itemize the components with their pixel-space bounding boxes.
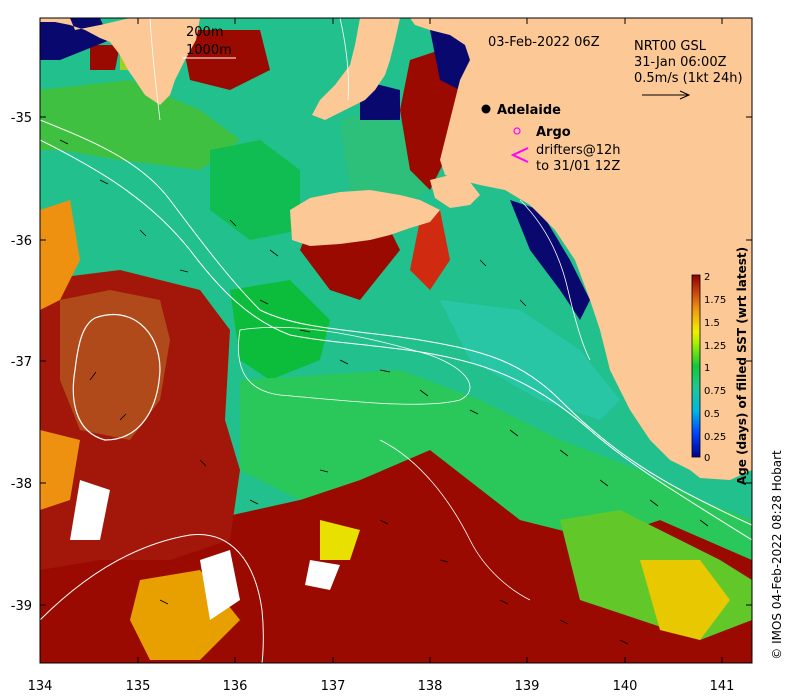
y-tick-label: -39 bbox=[11, 599, 32, 614]
colorbar-tick-label: 1.5 bbox=[704, 318, 720, 329]
credit-text: © IMOS 04-Feb-2022 08:28 Hobart bbox=[770, 450, 784, 660]
colorbar-tick-label: 1 bbox=[704, 363, 710, 374]
date-title: 03-Feb-2022 06Z bbox=[488, 35, 600, 50]
product-name: NRT00 GSL bbox=[634, 39, 707, 54]
adelaide-label: Adelaide bbox=[497, 103, 561, 118]
sst-age-map-figure: 134 135 136 137 138 139 140 141 -35 -36 … bbox=[11, 17, 784, 694]
colorbar-tick-label: 0.75 bbox=[704, 386, 726, 397]
y-tick-labels: -35 -36 -37 -38 -39 bbox=[11, 111, 32, 614]
vector-scale-label: 0.5m/s (1kt 24h) bbox=[634, 71, 743, 86]
argo-label: Argo bbox=[536, 125, 571, 140]
x-tick-labels: 134 135 136 137 138 139 140 141 bbox=[28, 679, 735, 694]
y-tick-label: -38 bbox=[11, 477, 32, 492]
x-tick-label: 134 bbox=[28, 679, 53, 694]
x-tick-label: 139 bbox=[515, 679, 540, 694]
map-plot-area bbox=[40, 18, 752, 663]
colorbar-tick-label: 0 bbox=[704, 453, 710, 464]
x-tick-label: 136 bbox=[223, 679, 248, 694]
drifter-label-line2: to 31/01 12Z bbox=[536, 159, 620, 174]
x-tick-label: 141 bbox=[710, 679, 735, 694]
colorbar-tick-label: 1.75 bbox=[704, 295, 726, 306]
x-tick-label: 135 bbox=[126, 679, 151, 694]
contour-legend-200m: 200m bbox=[186, 25, 223, 40]
colorbar-label: Age (days) of filled SST (wrt latest) bbox=[735, 247, 749, 485]
x-tick-label: 140 bbox=[613, 679, 638, 694]
y-tick-label: -35 bbox=[11, 111, 32, 126]
colorbar-tick-label: 2 bbox=[704, 272, 710, 283]
x-tick-label: 138 bbox=[418, 679, 443, 694]
colorbar-tick-label: 0.5 bbox=[704, 409, 720, 420]
drifter-label-line1: drifters@12h bbox=[536, 143, 621, 158]
colorbar-tick-label: 1.25 bbox=[704, 341, 726, 352]
colorbar-tick-label: 0.25 bbox=[704, 432, 726, 443]
y-tick-label: -36 bbox=[11, 234, 32, 249]
adelaide-dot bbox=[481, 104, 491, 114]
x-tick-label: 137 bbox=[321, 679, 346, 694]
product-time: 31-Jan 06:00Z bbox=[634, 55, 727, 70]
contour-legend-1000m: 1000m bbox=[186, 43, 232, 58]
colorbar-gradient bbox=[691, 274, 701, 458]
y-tick-label: -37 bbox=[11, 355, 32, 370]
